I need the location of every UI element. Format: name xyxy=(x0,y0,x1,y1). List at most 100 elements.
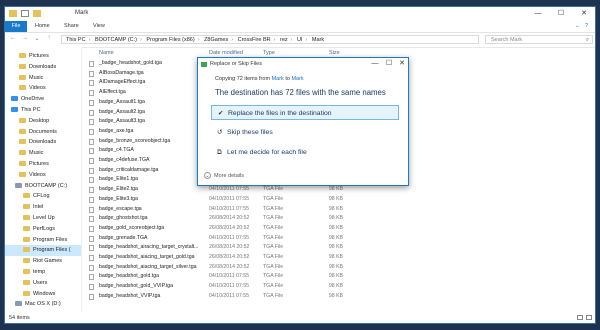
skip-files-option[interactable]: ↺ Skip these files xyxy=(211,125,399,140)
file-row[interactable]: badge_headshot_VVIP.tga 04/10/2011 07:55 T… xyxy=(85,292,505,302)
breadcrumb-item[interactable]: BOOTCAMP (C:) xyxy=(95,37,137,43)
nav-item[interactable]: OneDrive xyxy=(5,94,81,105)
column-date[interactable]: Date modified xyxy=(209,50,243,56)
file-date: 26/08/2014 20:52 xyxy=(209,254,250,260)
nav-item[interactable]: Desktop xyxy=(5,116,81,127)
nav-item[interactable]: BOOTCAMP (C:) xyxy=(5,181,81,192)
properties-icon[interactable] xyxy=(21,10,29,17)
forward-button[interactable]: → xyxy=(21,35,29,41)
column-size[interactable]: Size xyxy=(329,50,340,56)
nav-item[interactable]: PerfLogs xyxy=(5,224,81,235)
nav-item[interactable]: This PC xyxy=(5,105,81,116)
nav-item[interactable]: Intel xyxy=(5,202,81,213)
minimize-button[interactable]: — xyxy=(527,7,549,21)
file-row[interactable]: badge_Elite3.tga 04/10/2011 07:55 TGA File… xyxy=(85,195,505,205)
nav-item[interactable]: Level Up xyxy=(5,213,81,224)
window-title: Mark xyxy=(75,10,89,16)
nav-item-label: Videos xyxy=(29,85,46,92)
nav-item[interactable]: Windows xyxy=(5,289,81,300)
nav-item[interactable]: Program Files xyxy=(5,235,81,246)
file-name: badge_c4defuse.TGA xyxy=(99,157,150,163)
search-input[interactable]: Search Mark ⌕ xyxy=(485,35,593,44)
breadcrumb-item[interactable]: Mark xyxy=(312,37,324,43)
replace-skip-dialog: Replace or Skip Files — ☐ ✕ Copying 72 i… xyxy=(197,57,409,186)
file-name: badge_headshot_airacing_target_crystalt.… xyxy=(99,244,199,251)
file-row[interactable]: badge_Elite2.tga 04/10/2011 07:55 TGA File… xyxy=(85,185,505,195)
tab-home[interactable]: Home xyxy=(35,21,50,32)
nav-item[interactable]: Riot Games xyxy=(5,256,81,267)
file-row[interactable]: badge_grenade.TGA 04/10/2011 07:55 TGA Fil… xyxy=(85,234,505,244)
file-date: 04/10/2011 07:55 xyxy=(209,195,249,202)
breadcrumb-item[interactable]: This PC xyxy=(66,37,86,43)
file-type: TGA File xyxy=(263,283,284,290)
nav-item[interactable]: Downloads xyxy=(5,137,81,148)
more-details-button[interactable]: ⌄ More details xyxy=(204,172,244,179)
nav-item[interactable]: Mac OS X (D:) xyxy=(5,299,81,310)
close-button[interactable]: ✕ xyxy=(573,7,595,21)
tga-file-icon xyxy=(89,274,94,281)
column-type[interactable]: Type xyxy=(263,50,275,56)
file-row[interactable]: badge_escape.tga 04/10/2011 07:55 TGA File… xyxy=(85,205,505,215)
help-icon[interactable]: ? xyxy=(585,21,588,32)
tab-share[interactable]: Share xyxy=(64,21,79,32)
tga-file-icon xyxy=(89,61,94,67)
address-bar[interactable]: This PC › BOOTCAMP (C:) › Program Files (x… xyxy=(61,35,479,44)
file-row[interactable]: badge_headshot_gold_VVIP.tga 04/10/2011 0… xyxy=(85,282,505,292)
nav-item[interactable]: Users xyxy=(5,278,81,289)
file-size: 98 KB xyxy=(328,263,343,270)
decide-each-file-option[interactable]: ⧉ Let me decide for each file xyxy=(211,145,399,160)
nav-item[interactable]: CFLog xyxy=(5,191,81,202)
nav-item-label: temp xyxy=(33,269,46,275)
file-row[interactable]: badge_headshot_aiacing_target_gold.tga 26… xyxy=(85,253,505,263)
copy-mid: to xyxy=(285,76,290,82)
file-row[interactable]: badge_headshot_gold.tga 04/10/2011 07:55 T… xyxy=(85,272,505,282)
tab-view[interactable]: View xyxy=(93,21,105,32)
nav-item[interactable]: Program Files ( xyxy=(5,245,81,257)
nav-item-label: Level Up xyxy=(33,215,55,221)
source-link[interactable]: Mark xyxy=(272,76,284,82)
breadcrumb-item[interactable]: rez xyxy=(280,37,288,43)
new-folder-icon[interactable] xyxy=(33,10,41,17)
up-button[interactable]: ↑ xyxy=(45,35,53,41)
file-row[interactable]: badge_ghostshot.tga 26/08/2014 20:52 TGA F… xyxy=(85,214,505,224)
file-name: badge_Assault1.tga xyxy=(99,98,145,105)
recent-locations-icon[interactable]: ⌄ xyxy=(33,35,41,42)
nav-item-label: BOOTCAMP (C:) xyxy=(25,182,68,189)
nav-item[interactable]: Pictures xyxy=(5,51,81,62)
destination-link[interactable]: Mark xyxy=(291,76,303,82)
breadcrumb-item[interactable]: CrossFire BR xyxy=(238,37,271,43)
nav-item[interactable]: Pictures xyxy=(5,159,81,170)
breadcrumb-item[interactable]: UI xyxy=(297,37,303,43)
nav-item[interactable]: Documents xyxy=(5,127,81,138)
file-row[interactable]: badge_headshot_aiacing_target_silver.tga… xyxy=(85,263,505,273)
large-icons-view-icon[interactable] xyxy=(586,315,592,320)
nav-item-label: Program Files xyxy=(33,236,68,243)
nav-item[interactable]: Downloads xyxy=(5,62,81,73)
nav-item[interactable]: temp xyxy=(5,267,81,278)
tga-file-icon xyxy=(89,99,94,106)
nav-item[interactable]: Videos xyxy=(5,83,81,94)
details-view-icon[interactable] xyxy=(577,315,583,320)
dialog-close-button[interactable]: ✕ xyxy=(395,58,409,70)
replace-files-option[interactable]: ✔ Replace the files in the destination xyxy=(211,105,399,120)
nav-item[interactable]: Music xyxy=(5,148,81,159)
expand-ribbon-icon[interactable]: ⌄ xyxy=(575,21,580,32)
nav-item[interactable]: Music xyxy=(5,73,81,84)
file-date: 04/10/2011 07:55 xyxy=(209,205,249,212)
dialog-minimize-button[interactable]: — xyxy=(368,58,382,70)
file-row[interactable]: badge_gold_scoreobject.tga 26/08/2014 20:… xyxy=(85,224,505,234)
breadcrumb-item[interactable]: Z8Games xyxy=(204,37,228,43)
dialog-maximize-button[interactable]: ☐ xyxy=(382,58,396,70)
tab-file[interactable]: File xyxy=(5,21,27,32)
folder-icon xyxy=(19,150,26,156)
folder-icon xyxy=(23,225,30,231)
nav-item[interactable]: Videos xyxy=(5,170,81,181)
column-name[interactable]: Name xyxy=(99,50,114,56)
file-date: 04/10/2011 07:55 xyxy=(209,234,249,241)
file-row[interactable]: badge_headshot_airacing_target_crystalt.… xyxy=(85,243,505,253)
breadcrumb-item[interactable]: Program Files (x86) xyxy=(146,37,194,43)
nav-item-label: CFLog xyxy=(33,193,50,200)
file-date: 04/10/2011 07:55 xyxy=(209,186,249,193)
back-button[interactable]: ← xyxy=(9,35,17,41)
maximize-button[interactable]: ☐ xyxy=(550,7,572,21)
